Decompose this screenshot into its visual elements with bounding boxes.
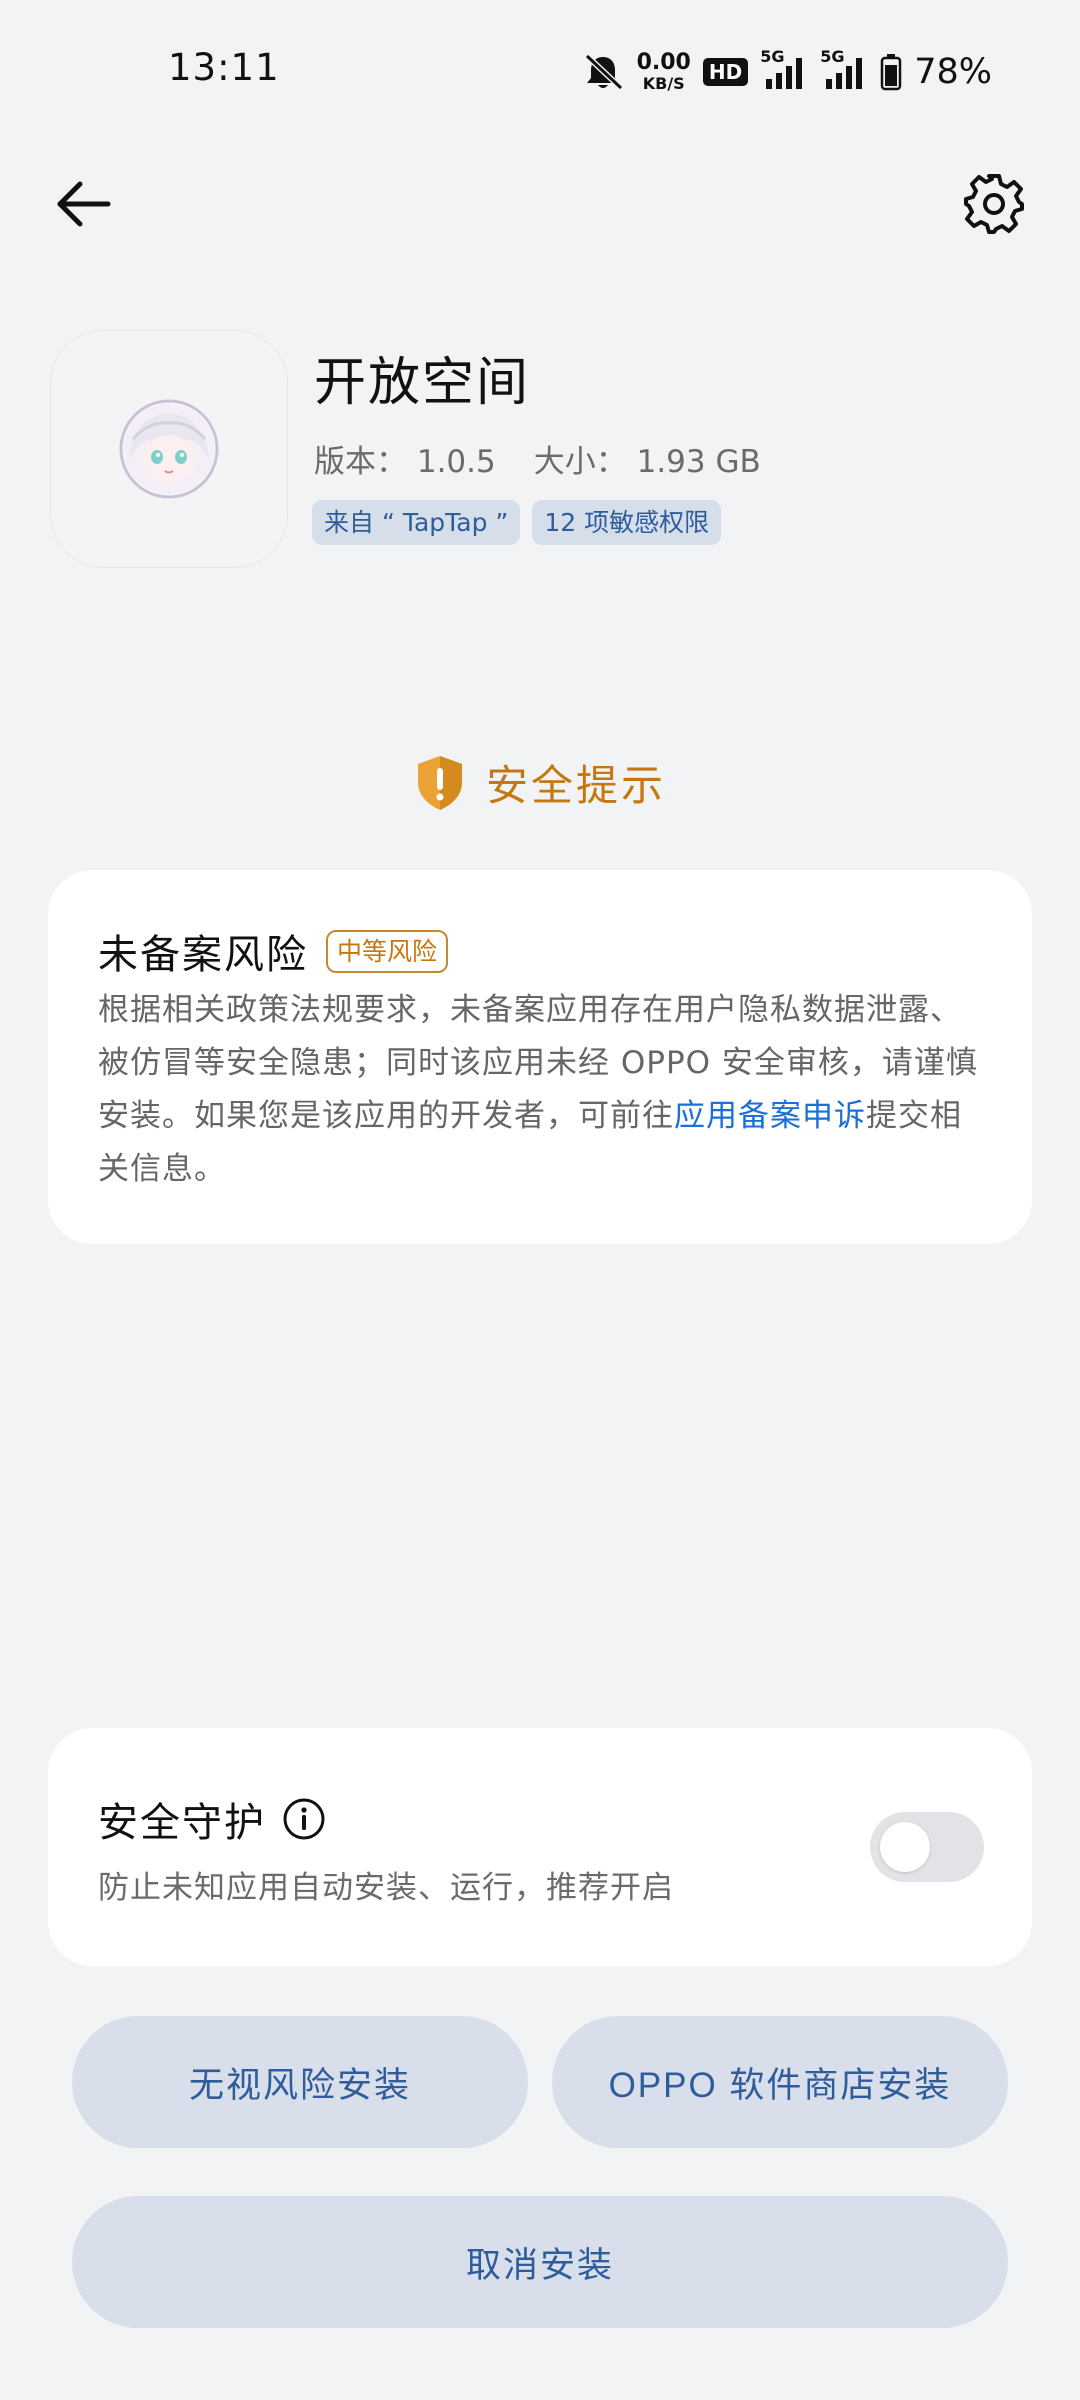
hd-icon: HD [702, 58, 749, 86]
back-button[interactable] [48, 168, 120, 240]
cancel-install-button[interactable]: 取消安装 [72, 2196, 1008, 2328]
risk-title: 未备案风险 [98, 932, 308, 978]
permissions-tag[interactable]: 12 项敏感权限 [532, 500, 722, 545]
risk-level-badge: 中等风险 [326, 929, 449, 973]
safety-header: 安全提示 [0, 752, 1080, 813]
safety-title: 安全提示 [485, 761, 666, 810]
network-type-1: 5G [760, 47, 785, 66]
protection-subtitle: 防止未知应用自动安装、运行，推荐开启 [98, 1870, 674, 1906]
version-label: 版本： [314, 444, 407, 480]
battery-percent: 78% [914, 52, 992, 92]
status-icons: 0.00 KB/S HD 5G 5G 78% [581, 46, 992, 98]
speed-value: 0.00 [636, 50, 691, 75]
speed-unit: KB/S [642, 74, 685, 93]
protection-toggle[interactable] [870, 1812, 984, 1882]
mute-bell-icon [581, 52, 625, 92]
version-value: 1.0.5 [416, 444, 496, 480]
network-type-2: 5G [820, 47, 845, 66]
app-name: 开放空间 [314, 353, 531, 413]
app-meta: 版本： 1.0.5 大小： 1.93 GB [314, 436, 761, 481]
protection-title-row: 安全守护 [98, 1790, 326, 1848]
info-circle-icon[interactable] [282, 1797, 326, 1841]
anime-character-avatar [119, 399, 219, 499]
filing-appeal-link[interactable]: 应用备案申诉 [674, 1098, 866, 1134]
size-info: 大小： 1.93 GB [534, 436, 761, 481]
shield-warning-icon [417, 755, 462, 810]
protection-title: 安全守护 [98, 1800, 266, 1846]
signal-icon-2: 5G [820, 47, 868, 91]
net-speed: 0.00 KB/S [637, 52, 691, 92]
toggle-knob [880, 1822, 930, 1872]
settings-button[interactable] [956, 166, 1032, 242]
app-tags: 来自 “ TapTap ” 12 项敏感权限 [312, 500, 722, 545]
store-install-button[interactable]: OPPO 软件商店安装 [552, 2016, 1008, 2148]
risk-description: 根据相关政策法规要求，未备案应用存在用户隐私数据泄露、被仿冒等安全隐患；同时该应… [98, 984, 988, 1196]
version-info: 版本： 1.0.5 [314, 436, 496, 481]
status-time: 13:11 [168, 46, 280, 89]
app-icon [50, 330, 288, 568]
risk-title-row: 未备案风险 中等风险 [98, 922, 449, 980]
source-tag[interactable]: 来自 “ TapTap ” [312, 500, 521, 545]
signal-icon: 5G [760, 47, 808, 91]
size-label: 大小： [533, 444, 627, 480]
battery-icon [880, 53, 902, 91]
arrow-left-icon [57, 181, 111, 227]
ignore-risk-install-button[interactable]: 无视风险安装 [72, 2016, 528, 2148]
size-value: 1.93 GB [636, 444, 761, 480]
gear-icon [964, 174, 1024, 234]
